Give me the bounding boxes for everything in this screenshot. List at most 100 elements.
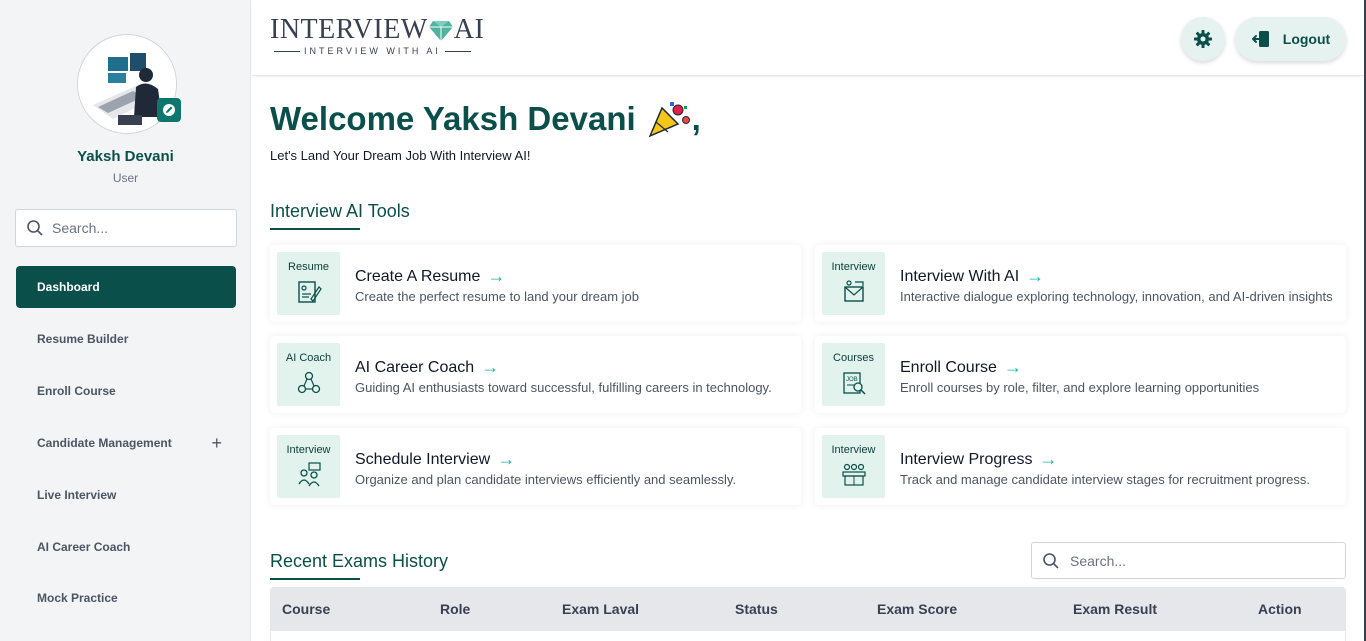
card-title-text: Schedule Interview	[355, 450, 491, 468]
column-header-exam-score[interactable]: Exam Score	[877, 601, 957, 617]
sidebar-item-resume-builder[interactable]: Resume Builder	[16, 318, 236, 360]
card-title-text: Create A Resume	[355, 267, 481, 285]
column-header-role[interactable]: Role	[440, 601, 470, 617]
search-icon	[1043, 552, 1059, 569]
logout-icon	[1251, 31, 1269, 47]
sidebar-search	[15, 209, 237, 247]
sidebar-item-label: Mock Practice	[37, 591, 118, 605]
logo[interactable]: INTERVIEW AI INTERVIEW WITH AI	[270, 14, 485, 57]
exams-section-title: Recent Exams History	[270, 551, 449, 580]
card-title-text: AI Career Coach	[355, 358, 475, 376]
exams-search-input[interactable]	[1070, 552, 1320, 569]
column-header-exam-level[interactable]: Exam Laval	[562, 601, 639, 617]
user-name: Yaksh Devani	[77, 148, 174, 165]
tools-section-title-text: Interview AI Tools	[270, 201, 410, 221]
card-icon-box: Interview	[822, 252, 885, 315]
card-title: Interview Progress →	[900, 449, 1058, 470]
logo-text-right: AI	[453, 14, 485, 45]
job-search-icon: JOB	[842, 372, 866, 395]
card-description: Enroll courses by role, filter, and expl…	[900, 380, 1260, 395]
avatar-container	[77, 34, 181, 134]
arrow-right-icon: →	[487, 266, 506, 286]
resume-icon	[297, 281, 322, 303]
tools-section-title: Interview AI Tools	[270, 201, 410, 230]
arrow-right-icon: →	[481, 357, 500, 377]
sidebar-item-dashboard[interactable]: Dashboard	[16, 266, 236, 308]
column-header-action[interactable]: Action	[1258, 601, 1302, 617]
card-icon-box: Courses JOB	[822, 343, 885, 406]
arrow-right-icon: →	[1003, 357, 1022, 377]
card-tag: Resume	[288, 261, 329, 273]
pencil-icon	[163, 104, 175, 116]
top-header: INTERVIEW AI INTERVIEW WITH AI Logout	[252, 0, 1366, 76]
card-icon-box: Interview	[822, 435, 885, 498]
sidebar-item-ai-career-coach[interactable]: AI Career Coach	[16, 526, 236, 568]
exams-table-header: Course Role Exam Laval Status Exam Score…	[270, 587, 1346, 631]
edit-avatar-button[interactable]	[157, 98, 181, 122]
tool-card-interview-with-ai[interactable]: Interview Interview With AI → Interactiv…	[815, 245, 1346, 322]
card-description: Interactive dialogue exploring technolog…	[900, 289, 1333, 304]
column-header-status[interactable]: Status	[735, 601, 778, 617]
svg-text:JOB: JOB	[846, 377, 858, 383]
panel-interview-icon	[841, 463, 866, 486]
sidebar-item-label: Dashboard	[37, 280, 100, 294]
arrow-right-icon: →	[497, 449, 516, 469]
interview-people-icon	[297, 462, 321, 487]
tool-card-ai-career-coach[interactable]: AI Coach AI Career Coach → Guiding AI en…	[270, 336, 801, 413]
column-header-course[interactable]: Course	[282, 601, 330, 617]
exams-section-title-text: Recent Exams History	[270, 551, 449, 571]
card-description: Create the perfect resume to land your d…	[355, 289, 639, 304]
sidebar-item-label: AI Career Coach	[37, 540, 131, 554]
logout-button[interactable]: Logout	[1235, 17, 1346, 61]
card-title: Schedule Interview →	[355, 449, 515, 470]
column-header-exam-result[interactable]: Exam Result	[1073, 601, 1157, 617]
welcome-heading: Welcome Yaksh Devani ,	[270, 100, 701, 138]
card-title: Enroll Course →	[900, 357, 1022, 378]
card-icon-box: AI Coach	[277, 343, 340, 406]
sidebar-search-input[interactable]	[52, 220, 222, 236]
gear-icon	[1194, 30, 1212, 48]
party-popper-icon	[648, 102, 690, 138]
user-role: User	[112, 171, 139, 185]
card-description: Guiding AI enthusiasts toward successful…	[355, 380, 772, 395]
sidebar: Yaksh Devani User Dashboard Resume Build…	[0, 0, 251, 641]
sidebar-item-live-interview[interactable]: Live Interview	[16, 474, 236, 516]
settings-button[interactable]	[1181, 17, 1225, 61]
chat-interview-icon	[843, 280, 864, 302]
card-tag: Interview	[831, 261, 876, 273]
sidebar-item-label: Resume Builder	[37, 332, 129, 346]
tool-card-interview-progress[interactable]: Interview Interview Progress → Track and…	[815, 428, 1346, 505]
logo-text-left: INTERVIEW	[270, 14, 428, 45]
sidebar-item-label: Enroll Course	[37, 384, 116, 398]
card-title-text: Interview Progress	[900, 450, 1033, 468]
tool-card-create-resume[interactable]: Resume Create A Resume → Create the perf…	[270, 245, 801, 322]
card-description: Track and manage candidate interview sta…	[900, 472, 1310, 487]
card-title: AI Career Coach →	[355, 357, 499, 378]
sidebar-item-mock-practice[interactable]: Mock Practice	[16, 577, 236, 619]
logo-gem-icon	[428, 21, 453, 41]
network-people-icon	[297, 371, 320, 394]
welcome-title: Welcome Yaksh Devani	[270, 100, 636, 137]
card-title-text: Enroll Course	[900, 358, 997, 376]
exams-search	[1031, 542, 1346, 579]
welcome-subtitle: Let's Land Your Dream Job With Interview…	[270, 148, 531, 163]
card-icon-box: Interview	[277, 435, 340, 498]
sidebar-item-label: Candidate Management	[37, 436, 172, 450]
card-title-text: Interview With AI	[900, 267, 1020, 285]
welcome-suffix: ,	[691, 100, 701, 137]
tool-card-enroll-course[interactable]: Courses JOB Enroll Course → Enroll cours…	[815, 336, 1346, 413]
sidebar-item-label: Live Interview	[37, 488, 117, 502]
sidebar-item-candidate-management[interactable]: Candidate Management +	[16, 422, 236, 464]
card-title: Interview With AI →	[900, 266, 1044, 287]
card-tag: AI Coach	[285, 352, 332, 364]
exams-table-body	[270, 631, 1346, 641]
tool-card-schedule-interview[interactable]: Interview Schedule Interview → Organize …	[270, 428, 801, 505]
card-tag: Interview	[831, 444, 876, 456]
card-icon-box: Resume	[277, 252, 340, 315]
logo-tagline: INTERVIEW WITH AI	[304, 46, 441, 56]
search-icon	[27, 220, 43, 236]
sidebar-item-enroll-course[interactable]: Enroll Course	[16, 370, 236, 412]
card-description: Organize and plan candidate interviews e…	[355, 472, 737, 487]
plus-icon[interactable]: +	[211, 434, 222, 452]
card-tag: Interview	[286, 444, 331, 456]
